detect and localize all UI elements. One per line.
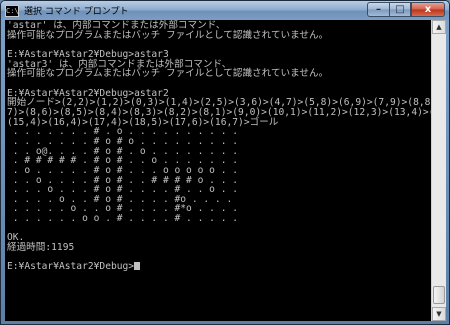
minimize-button[interactable]: – [367,2,389,17]
console-text: 'astar' は、内部コマンドまたは外部コマンド、 操作可能なプログラムまたは… [7,20,431,273]
scroll-down-arrow-icon[interactable]: ▼ [432,307,446,321]
scrollbar-thumb[interactable] [433,286,445,304]
command-prompt-window: C:\ 選択 コマンド プロンプト – □ x 'astar' は、内部コマンド… [0,0,450,325]
window-title: 選択 コマンド プロンプト [24,7,129,17]
text-cursor [134,262,141,271]
title-bar[interactable]: C:\ 選択 コマンド プロンプト – □ x [1,1,449,20]
console-output[interactable]: 'astar' は、内部コマンドまたは外部コマンド、 操作可能なプログラムまたは… [5,20,431,321]
vertical-scrollbar[interactable]: ▲ ▼ [431,20,446,321]
cmd-icon[interactable]: C:\ [5,4,19,17]
maximize-button[interactable]: □ [389,2,411,17]
window-controls: – □ x [367,2,445,17]
scroll-up-arrow-icon[interactable]: ▲ [432,20,446,34]
close-button[interactable]: x [411,2,445,17]
